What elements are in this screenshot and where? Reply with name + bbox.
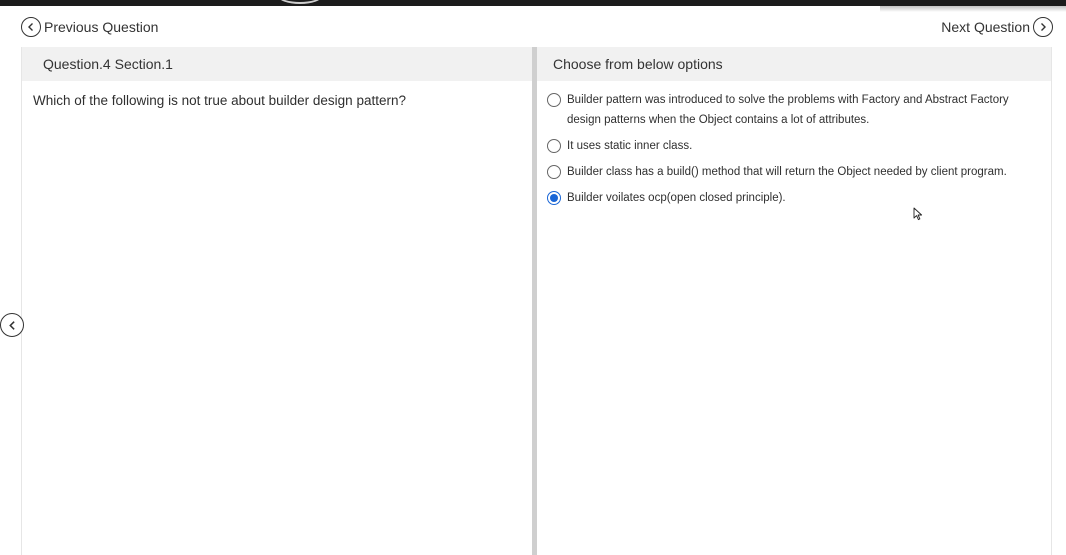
mouse-pointer-icon	[913, 207, 923, 221]
radio-button-selected[interactable]	[547, 191, 561, 205]
chevron-left-circle-icon	[8, 320, 15, 330]
chevron-left-circle-icon	[21, 17, 41, 37]
option-label: It uses static inner class.	[567, 140, 693, 152]
question-text: Which of the following is not true about…	[33, 93, 406, 108]
option-label: Builder pattern was introduced to solve …	[567, 94, 1009, 126]
options-header-label: Choose from below options	[553, 56, 723, 72]
top-shadow	[880, 6, 1066, 12]
options-header: Choose from below options	[537, 47, 1051, 81]
question-panel: Question.4 Section.1 Which of the follow…	[21, 47, 532, 555]
option-label: Builder class has a build() method that …	[567, 166, 1007, 178]
question-header: Question.4 Section.1	[22, 47, 532, 81]
question-section-label: Question.4 Section.1	[43, 56, 173, 72]
next-question-button[interactable]: Next Question	[941, 16, 1053, 38]
options-list: Builder pattern was introduced to solve …	[547, 90, 1042, 214]
options-panel: Choose from below options Builder patter…	[537, 47, 1052, 555]
option-4[interactable]: Builder voilates ocp(open closed princip…	[547, 188, 1042, 208]
option-label: Builder voilates ocp(open closed princip…	[567, 192, 786, 204]
option-1[interactable]: Builder pattern was introduced to solve …	[547, 90, 1042, 130]
chevron-right-circle-icon	[1033, 17, 1053, 37]
next-question-label: Next Question	[941, 19, 1030, 35]
option-2[interactable]: It uses static inner class.	[547, 136, 1042, 156]
previous-question-label: Previous Question	[44, 19, 159, 35]
option-3[interactable]: Builder class has a build() method that …	[547, 162, 1042, 182]
radio-button[interactable]	[547, 165, 561, 179]
radio-button[interactable]	[547, 93, 561, 107]
radio-button[interactable]	[547, 139, 561, 153]
previous-question-button[interactable]: Previous Question	[21, 16, 158, 38]
side-collapse-button[interactable]	[0, 313, 24, 337]
